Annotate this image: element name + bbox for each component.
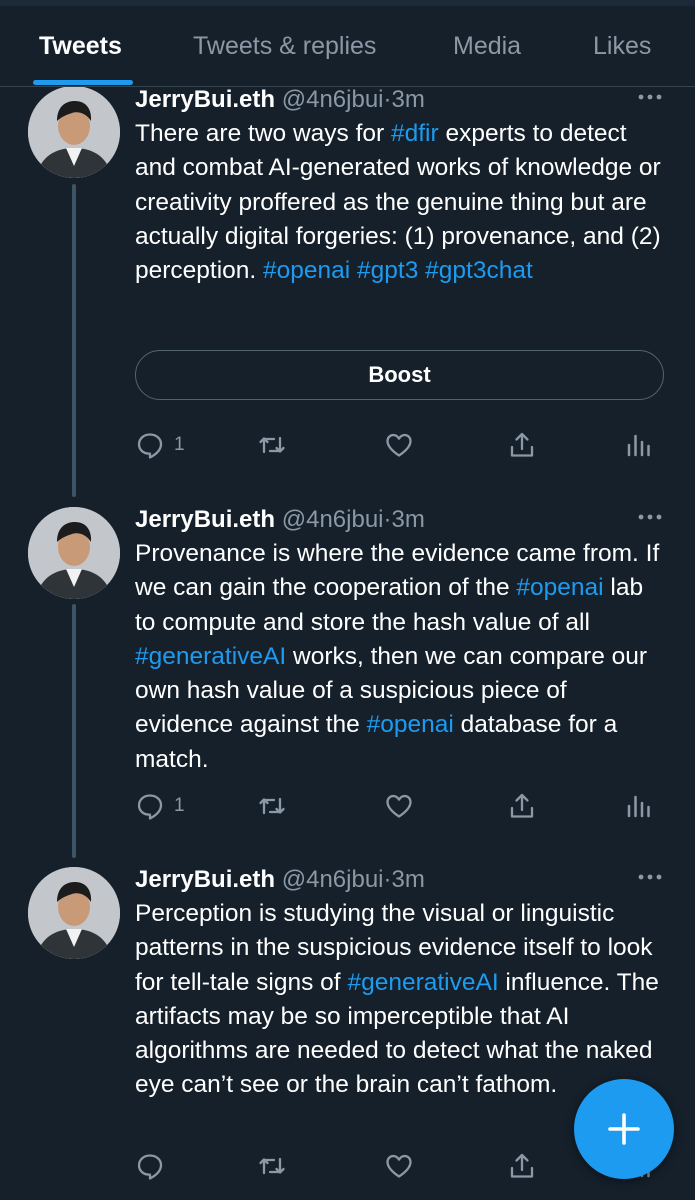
tweet[interactable]: JerryBui.eth @4n6jbui·3m There are two w…	[0, 87, 695, 497]
tab-tweets[interactable]: Tweets	[39, 6, 122, 86]
retweet-icon	[259, 1157, 285, 1175]
avatar-photo	[28, 507, 120, 599]
hashtag-link[interactable]: #openai	[516, 574, 603, 601]
share-icon	[510, 1153, 534, 1178]
hashtag-link[interactable]: #openai	[263, 257, 350, 284]
tweet-header: JerryBui.eth @4n6jbui·3m	[135, 87, 425, 116]
avatar[interactable]	[28, 507, 120, 599]
author-name[interactable]: JerryBui.eth	[135, 87, 275, 113]
tweet-actions: 1	[0, 789, 695, 823]
separator-dot: ·	[383, 866, 392, 893]
reply-icon	[137, 433, 163, 459]
boost-button[interactable]: Boost	[135, 350, 664, 400]
reply-icon	[137, 1154, 163, 1180]
retweet-icon	[259, 797, 285, 815]
hashtag-link[interactable]: #dfir	[391, 120, 439, 147]
more-horizontal-icon[interactable]	[634, 87, 666, 107]
tweet-time[interactable]: 3m	[392, 506, 425, 533]
tab-media[interactable]: Media	[453, 6, 521, 86]
avatar-photo	[28, 867, 120, 959]
tweet-text: Perception is studying the visual or lin…	[135, 897, 665, 1103]
share-icon	[510, 793, 534, 818]
tweet[interactable]: JerryBui.eth @4n6jbui·3m Provenance is w…	[0, 504, 695, 867]
heart-icon	[386, 794, 412, 818]
like-button[interactable]	[384, 428, 414, 462]
hashtag-link[interactable]: #gpt3chat	[425, 257, 533, 284]
like-button[interactable]	[384, 1149, 414, 1183]
heart-icon	[386, 1154, 412, 1178]
reply-icon	[137, 794, 163, 820]
analytics-button[interactable]	[625, 428, 655, 462]
share-icon	[510, 432, 534, 457]
author-name[interactable]: JerryBui.eth	[135, 866, 275, 893]
active-tab-indicator	[33, 80, 133, 85]
tab-tweets-and-replies[interactable]: Tweets & replies	[193, 6, 376, 86]
hashtag-link[interactable]: #gpt3	[357, 257, 418, 284]
share-button[interactable]	[507, 428, 537, 462]
avatar[interactable]	[28, 87, 120, 178]
author-handle[interactable]: @4n6jbui	[282, 506, 384, 533]
author-handle[interactable]: @4n6jbui	[282, 87, 384, 113]
profile-timeline-screen: Tweets Tweets & replies Media Likes Jerr…	[0, 0, 695, 1200]
retweet-button[interactable]	[257, 1149, 287, 1183]
author-name[interactable]: JerryBui.eth	[135, 506, 275, 533]
retweet-button[interactable]	[257, 428, 287, 462]
more-horizontal-icon[interactable]	[634, 867, 666, 887]
compose-button[interactable]	[574, 1079, 674, 1179]
author-handle[interactable]: @4n6jbui	[282, 866, 384, 893]
tweet-text: Provenance is where the evidence came fr…	[135, 537, 665, 777]
retweet-icon	[259, 436, 285, 454]
heart-icon	[386, 433, 412, 457]
separator-dot: ·	[383, 506, 392, 533]
share-button[interactable]	[507, 789, 537, 823]
reply-button[interactable]: 1	[135, 428, 185, 462]
reply-count: 1	[174, 795, 185, 816]
reply-button[interactable]: 1	[135, 789, 185, 823]
hashtag-link[interactable]: #generativeAI	[135, 643, 286, 670]
analytics-button[interactable]	[625, 789, 655, 823]
tweet-text: There are two ways for #dfir experts to …	[135, 117, 665, 288]
profile-tabs: Tweets Tweets & replies Media Likes	[0, 6, 695, 87]
hashtag-link[interactable]: #generativeAI	[347, 969, 498, 996]
tweet-header: JerryBui.eth @4n6jbui·3m	[135, 864, 425, 896]
tweet-time[interactable]: 3m	[392, 87, 425, 113]
analytics-icon	[627, 434, 650, 457]
text-segment: There are two ways for	[135, 120, 391, 147]
plus-icon	[608, 1113, 640, 1145]
avatar-photo	[28, 87, 120, 178]
avatar[interactable]	[28, 867, 120, 959]
tweet-feed[interactable]: JerryBui.eth @4n6jbui·3m There are two w…	[0, 87, 695, 1200]
retweet-button[interactable]	[257, 789, 287, 823]
hashtag-link[interactable]: #openai	[367, 711, 454, 738]
more-horizontal-icon[interactable]	[634, 507, 666, 527]
reply-count: 1	[174, 434, 185, 455]
tab-likes[interactable]: Likes	[593, 6, 651, 86]
tweet-time[interactable]: 3m	[392, 866, 425, 893]
reply-button[interactable]	[135, 1149, 174, 1183]
share-button[interactable]	[507, 1149, 537, 1183]
tweet-actions: 1	[0, 428, 695, 462]
analytics-icon	[627, 795, 650, 818]
like-button[interactable]	[384, 789, 414, 823]
tweet-header: JerryBui.eth @4n6jbui·3m	[135, 504, 425, 536]
separator-dot: ·	[383, 87, 392, 113]
